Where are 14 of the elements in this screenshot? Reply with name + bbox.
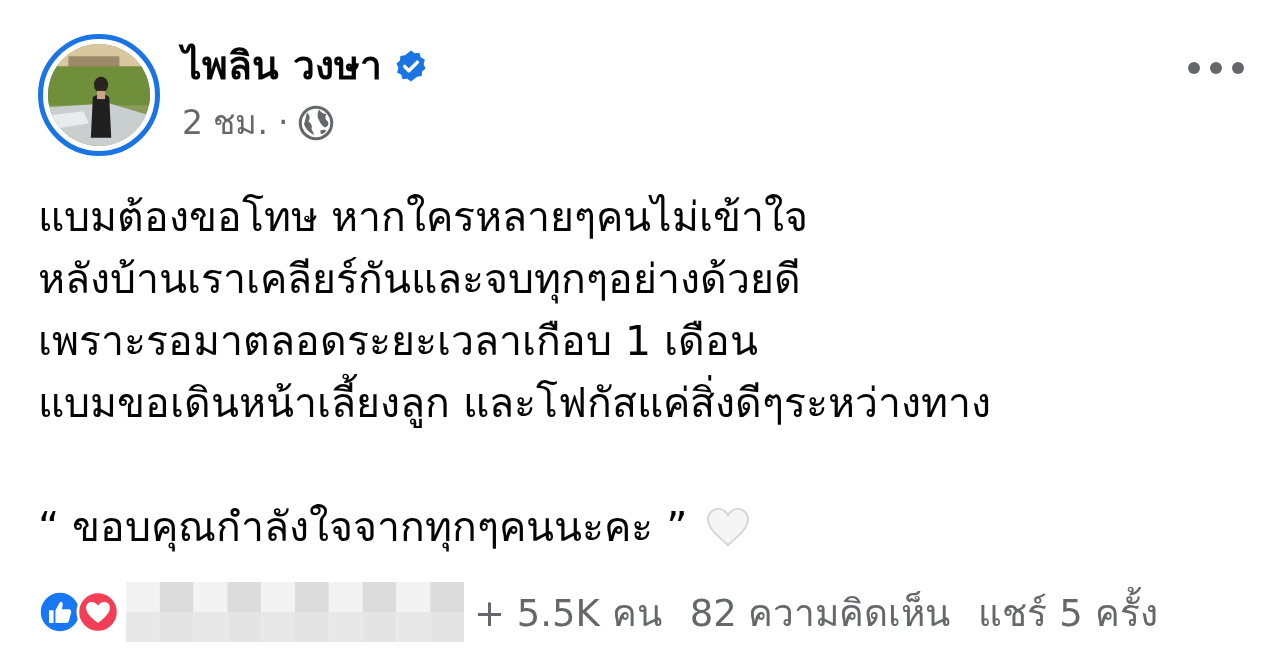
more-options-icon [1186, 60, 1246, 76]
reaction-count[interactable]: + 5.5K คน [474, 582, 662, 642]
post-text-line: หลังบ้านเราเคลียร์กันและจบทุกๆอย่างด้วยดี [38, 254, 802, 306]
share-count[interactable]: แชร์ 5 ครั้ง [978, 582, 1158, 642]
love-reaction-icon[interactable] [76, 590, 120, 634]
post-text-line: เพราะรอมาตลอดระยะเวลาเกือบ 1 เดือน [38, 316, 760, 367]
globe-icon[interactable] [298, 104, 335, 141]
separator-dot: · [278, 103, 289, 142]
post-time[interactable]: 2 ชม. [182, 96, 268, 149]
post-quote: “ ขอบคุณกำลังใจจากทุกๆคนนะคะ ” [38, 502, 688, 554]
heart-icon [705, 507, 750, 547]
comment-count[interactable]: 82 ความคิดเห็น [689, 582, 951, 642]
post-text-line: แบมขอเดินหน้าเลี้ยงลูก และโฟกัสแค่สิ่งดีๆระหว่างทาง [38, 372, 1252, 434]
post-text-line: แบมต้องขอโทษ หากใครหลายๆคนไม่เข้าใจ [38, 192, 810, 243]
